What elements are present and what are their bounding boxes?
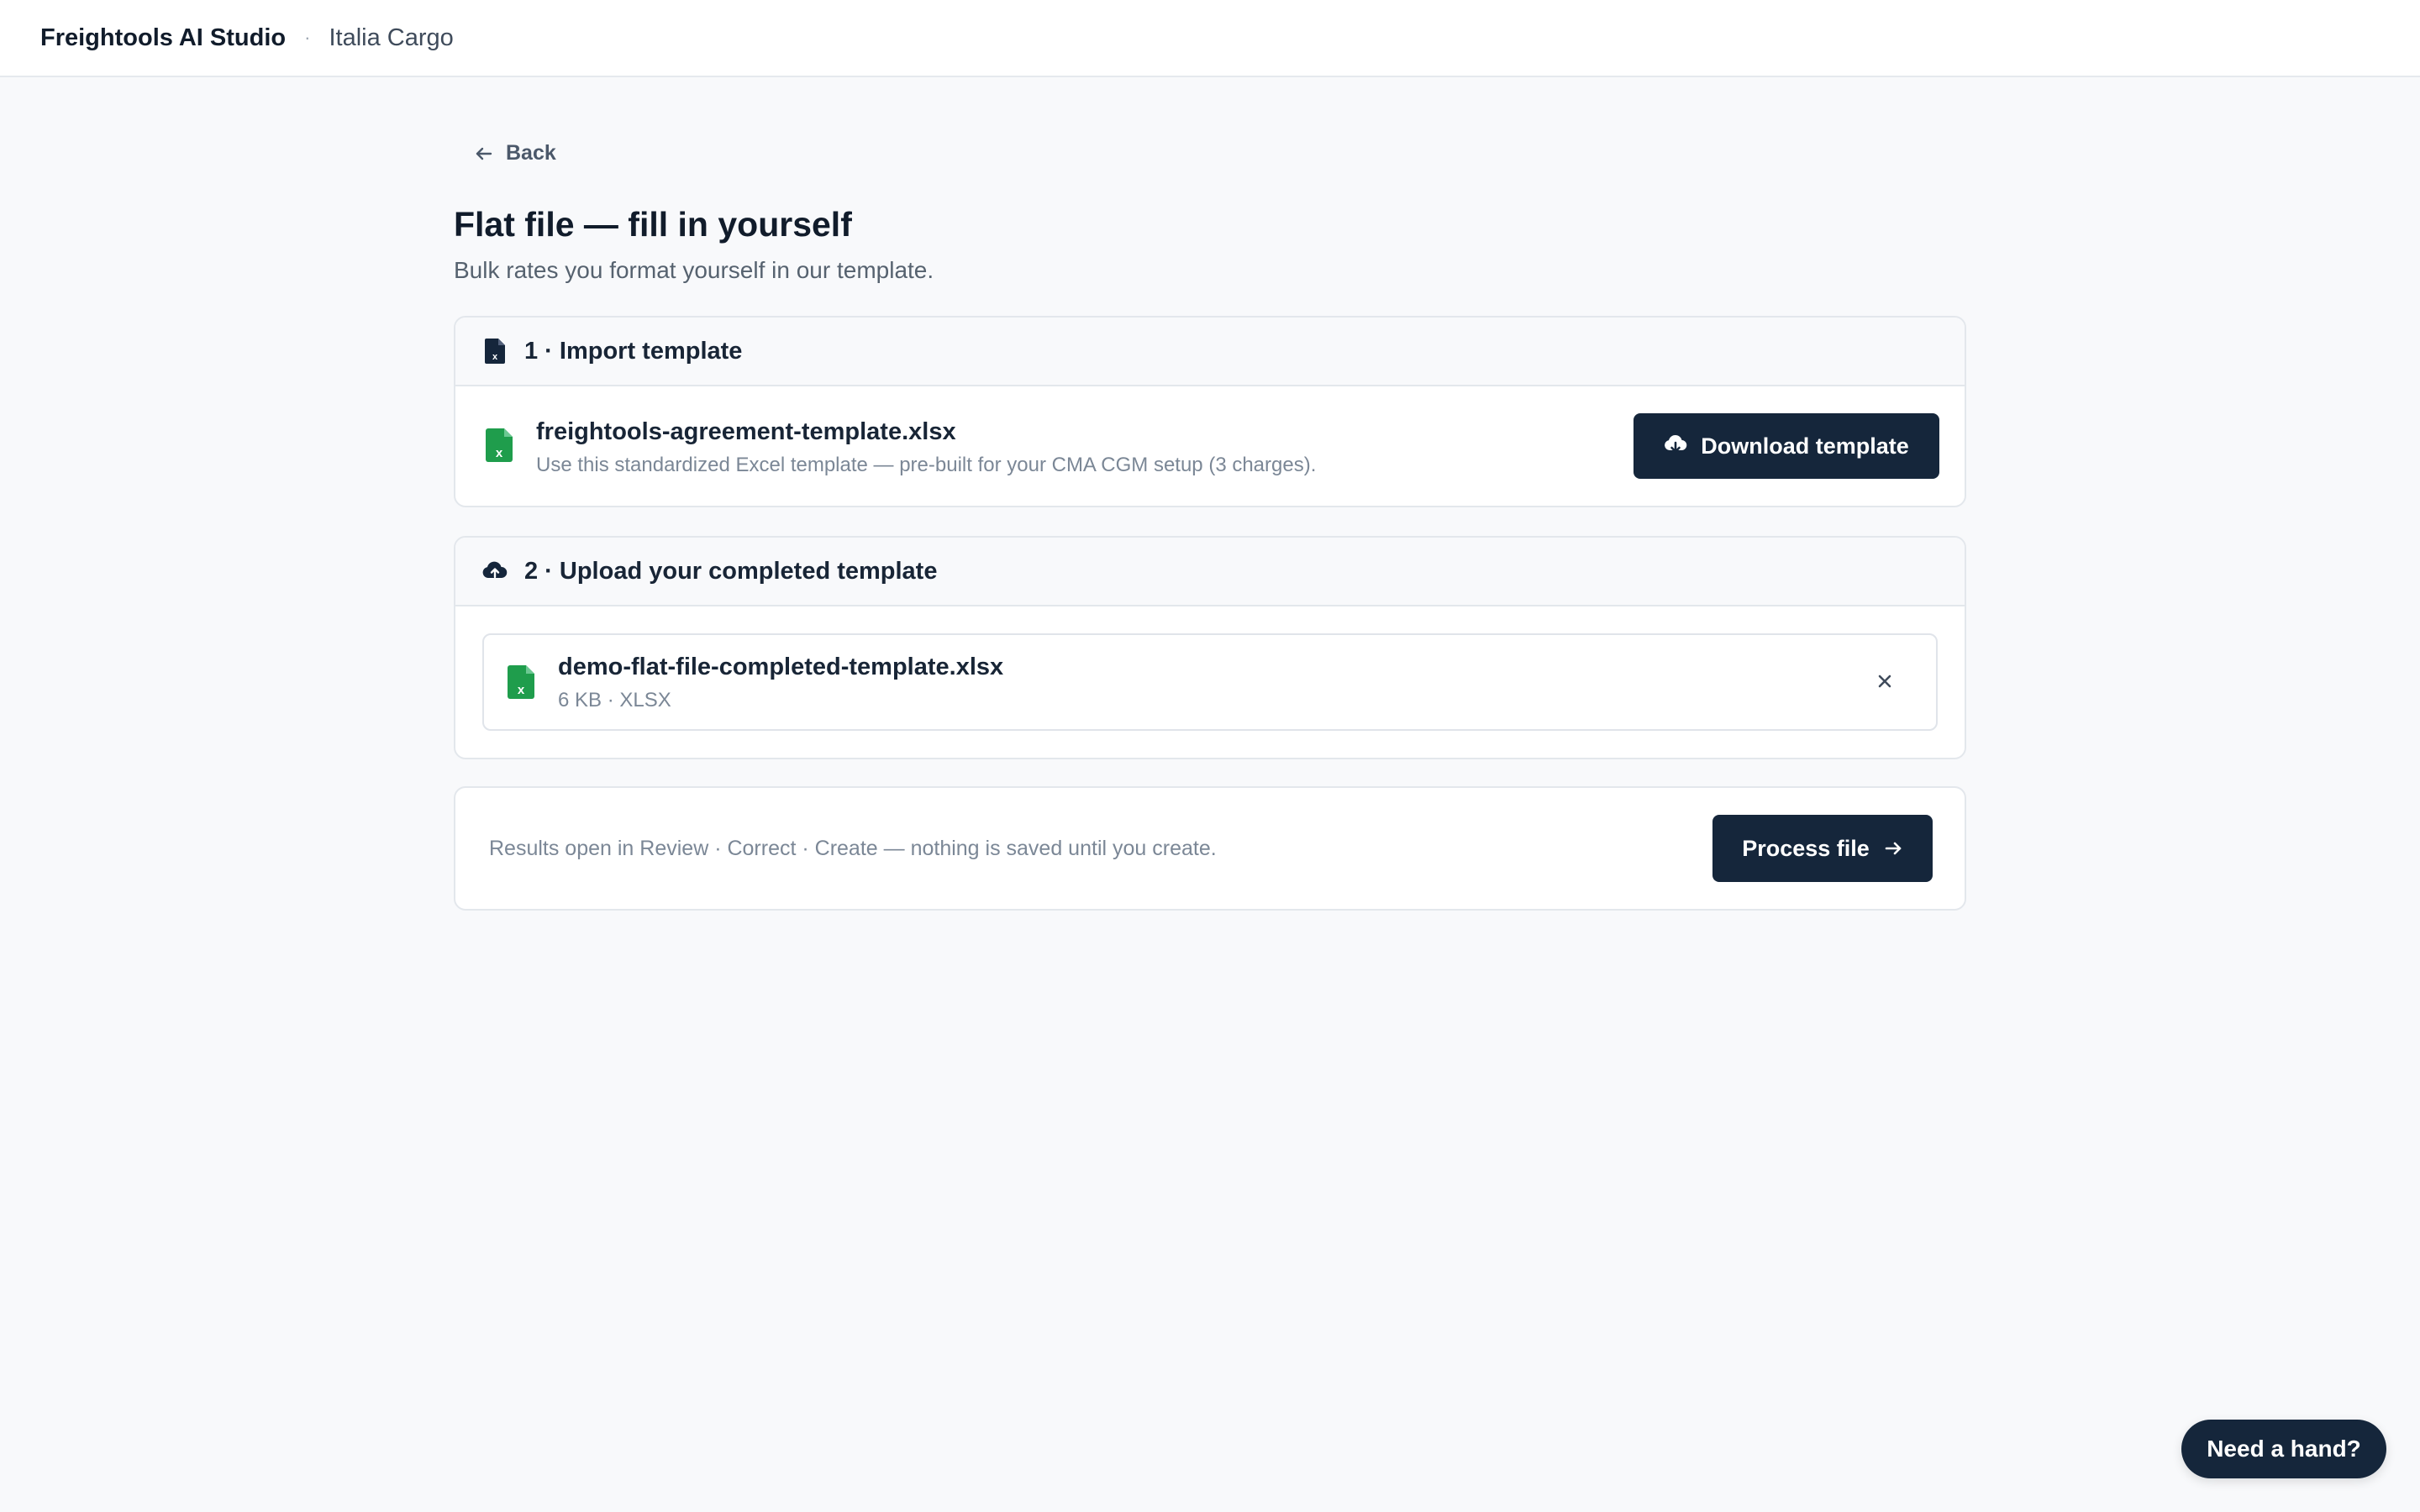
process-file-button[interactable]: Process file	[1712, 815, 1933, 882]
help-button[interactable]: Need a hand?	[2181, 1420, 2386, 1478]
app-name: Freightools AI Studio	[40, 24, 287, 51]
close-icon	[1878, 675, 1891, 688]
import-template-header: x 1 · Import template	[455, 318, 1965, 386]
uploaded-file-name: demo-flat-file-completed-template.xlsx	[558, 654, 1004, 680]
template-file-description: Use this standardized Excel template — p…	[536, 454, 1317, 476]
uploaded-file-meta: 6 KB · XLSX	[558, 689, 671, 711]
upload-template-header: 2 · Upload your completed template	[455, 538, 1965, 606]
arrow-right-icon	[1885, 842, 1902, 855]
process-note: Results open in Review · Correct · Creat…	[489, 837, 1217, 860]
page-subtitle: Bulk rates you format yourself in our te…	[454, 257, 934, 283]
import-template-card: x 1 · Import template x freightools-agre…	[454, 316, 1966, 507]
uploaded-file-item: x demo-flat-file-completed-template.xlsx…	[482, 633, 1938, 731]
process-file-label: Process file	[1742, 835, 1870, 861]
svg-text:x: x	[518, 683, 525, 697]
org-name: Italia Cargo	[329, 24, 454, 51]
upload-template-heading: 2 · Upload your completed template	[524, 557, 938, 585]
cloud-upload-icon	[482, 559, 508, 584]
file-excel-icon: x	[486, 428, 513, 462]
header-separator: ·	[304, 27, 311, 48]
page-title: Flat file — fill in yourself	[454, 205, 852, 244]
import-template-heading: 1 · Import template	[524, 337, 743, 365]
download-icon	[1665, 435, 1687, 453]
upload-template-card: 2 · Upload your completed template x dem…	[454, 536, 1966, 759]
svg-text:x: x	[492, 352, 498, 362]
back-label: Back	[506, 141, 556, 165]
process-card: Results open in Review · Correct · Creat…	[454, 786, 1966, 911]
top-bar: Freightools AI Studio · Italia Cargo	[0, 0, 2420, 77]
remove-file-button[interactable]	[1872, 669, 1897, 694]
template-file-row: x freightools-agreement-template.xlsx Us…	[455, 386, 1965, 506]
template-file-name: freightools-agreement-template.xlsx	[536, 418, 956, 445]
download-template-button[interactable]: Download template	[1634, 413, 1939, 479]
arrow-left-icon	[476, 147, 492, 160]
file-excel-icon: x	[508, 665, 534, 699]
svg-text:x: x	[496, 446, 503, 460]
file-excel-icon: x	[482, 339, 508, 364]
download-template-label: Download template	[1701, 433, 1909, 459]
back-button[interactable]: Back	[474, 141, 556, 165]
